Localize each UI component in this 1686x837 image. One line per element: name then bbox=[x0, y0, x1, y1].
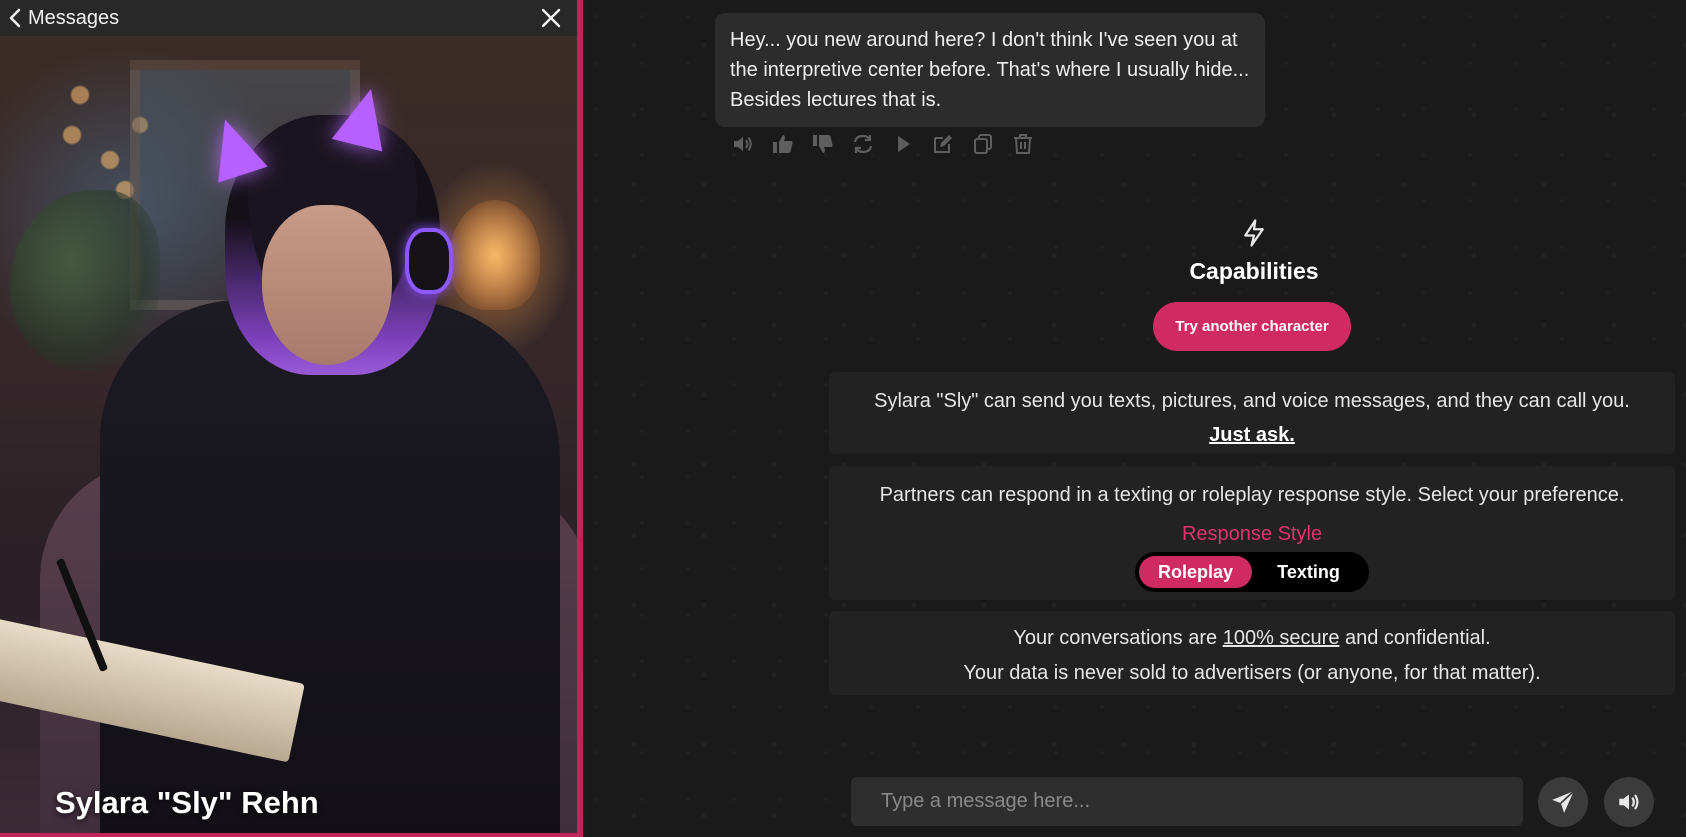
capabilities-info-card: Sylara "Sly" can send you texts, picture… bbox=[829, 372, 1675, 454]
trash-icon[interactable] bbox=[1011, 132, 1035, 156]
character-panel: Messages Sylara "Sly" Rehn bbox=[0, 0, 583, 837]
response-style-toggle: Roleplay Texting bbox=[1135, 552, 1369, 592]
capabilities-title: Capabilities bbox=[1189, 258, 1319, 284]
speaker-icon bbox=[1619, 794, 1639, 810]
response-style-label: Response Style bbox=[1181, 523, 1323, 545]
thumbs-up-icon[interactable] bbox=[771, 132, 795, 156]
close-icon[interactable] bbox=[539, 6, 563, 30]
roleplay-option[interactable]: Roleplay bbox=[1139, 556, 1252, 588]
send-icon bbox=[1552, 790, 1575, 813]
try-another-character-button[interactable]: Try another character bbox=[1153, 302, 1351, 351]
regenerate-icon[interactable] bbox=[851, 132, 875, 156]
send-button[interactable] bbox=[1538, 777, 1588, 827]
secure-link[interactable]: 100% secure bbox=[1223, 627, 1340, 649]
back-label: Messages bbox=[28, 6, 120, 29]
voice-call-button[interactable] bbox=[1604, 777, 1654, 827]
panel-header: Messages bbox=[0, 0, 577, 36]
response-style-intro: Partners can respond in a texting or rol… bbox=[879, 484, 1625, 506]
privacy-line-2: Your data is never sold to advertisers (… bbox=[963, 662, 1541, 684]
play-icon[interactable] bbox=[891, 132, 915, 156]
capabilities-info-text: Sylara "Sly" can send you texts, picture… bbox=[874, 390, 1630, 412]
privacy-card: Your conversations are 100% secure and c… bbox=[829, 611, 1675, 695]
back-to-messages-button[interactable]: Messages bbox=[8, 7, 119, 30]
character-face bbox=[262, 205, 392, 365]
edit-icon[interactable] bbox=[931, 132, 955, 156]
character-hoodie bbox=[100, 300, 560, 833]
just-ask-link[interactable]: Just ask. bbox=[1209, 424, 1295, 446]
character-name: Sylara "Sly" Rehn bbox=[55, 785, 319, 820]
response-style-card: Partners can respond in a texting or rol… bbox=[829, 466, 1675, 600]
lamp bbox=[450, 200, 540, 310]
speaker-icon[interactable] bbox=[731, 132, 755, 156]
chevron-left-icon bbox=[9, 8, 21, 28]
chat-panel: Hey... you new around here? I don't thin… bbox=[589, 0, 1686, 837]
privacy-line-1: Your conversations are 100% secure and c… bbox=[829, 621, 1675, 655]
headphone bbox=[405, 228, 453, 294]
texting-option[interactable]: Texting bbox=[1252, 556, 1365, 588]
message-input[interactable] bbox=[851, 777, 1523, 826]
copy-icon[interactable] bbox=[971, 132, 995, 156]
privacy-suffix: and confidential. bbox=[1339, 627, 1491, 649]
lightning-icon bbox=[1244, 219, 1264, 247]
message-actions bbox=[731, 132, 1035, 156]
thumbs-down-icon[interactable] bbox=[811, 132, 835, 156]
privacy-prefix: Your conversations are bbox=[1013, 627, 1223, 649]
character-message: Hey... you new around here? I don't thin… bbox=[715, 13, 1265, 127]
